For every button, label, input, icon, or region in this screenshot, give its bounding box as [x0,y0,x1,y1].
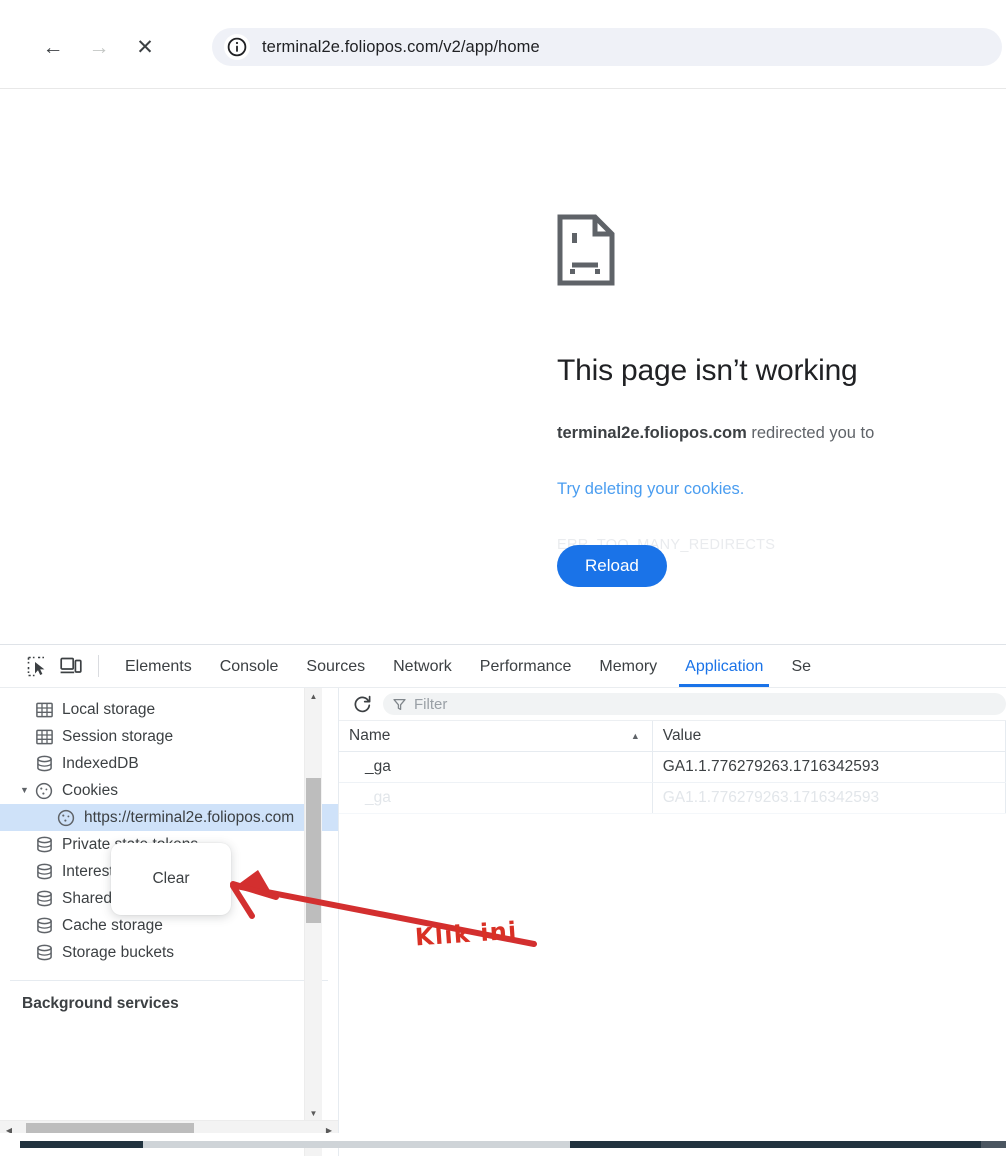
sidebar-vertical-scrollbar[interactable]: ▲ ▼ [304,688,322,1156]
error-title: This page isn’t working [557,354,858,387]
forward-icon[interactable]: → [76,32,122,62]
database-icon [34,835,54,855]
sidebar-item-cookie-origin[interactable]: https://terminal2e.foliopos.com [0,804,338,831]
reload-button[interactable]: Reload [557,544,667,587]
sidebar-section-background-services: Background services [22,995,179,1012]
toolbar-divider [98,655,99,677]
tab-elements[interactable]: Elements [111,646,206,687]
sidebar-item-storage-buckets[interactable]: Storage buckets [0,939,338,966]
tab-sources[interactable]: Sources [292,646,379,687]
column-header-label: Name [349,727,391,744]
error-page: This page isn’t working terminal2e.folio… [557,214,1006,587]
sidebar-item-cookies[interactable]: ▼ Cookies [0,777,338,804]
sidebar-item-indexeddb[interactable]: IndexedDB [0,750,338,777]
taskbar-segment [570,1141,981,1148]
back-icon[interactable]: ← [30,32,76,62]
page-viewport: This page isn’t working terminal2e.folio… [0,89,1006,644]
database-icon [34,916,54,936]
cell-cookie-name: _ga [339,751,653,783]
tab-performance[interactable]: Performance [466,646,586,687]
column-header-name[interactable]: Name ▲ [339,721,653,752]
table-row[interactable]: _ga GA1.1.776279263.1716342593 [339,751,1006,783]
sidebar-item-label: https://terminal2e.foliopos.com [84,808,295,826]
scroll-up-icon[interactable]: ▲ [305,688,322,705]
sidebar-item-session-storage[interactable]: Session storage [0,723,338,750]
tab-memory[interactable]: Memory [585,646,671,687]
cell-cookie-value: GA1.1.776279263.1716342593 [652,751,1006,783]
funnel-icon [393,698,406,711]
sidebar-item-label: Local storage [62,700,156,718]
filter-input[interactable]: Filter [383,693,1006,715]
database-icon [34,754,54,774]
database-icon [34,889,54,909]
sidebar-item-cache-storage[interactable]: Cache storage [0,912,338,939]
table-header-row: Name ▲ Value [339,721,1006,752]
column-header-value[interactable]: Value [652,721,1006,752]
filter-placeholder: Filter [414,695,448,713]
delete-cookies-link[interactable]: Try deleting your cookies. [557,480,1006,499]
info-circle-icon[interactable] [224,34,250,60]
sidebar-item-local-storage[interactable]: Local storage [0,696,338,723]
cookies-table: Name ▲ Value _ga GA1.1.776279263.1716342… [339,721,1006,814]
sort-ascending-icon[interactable]: ▲ [631,731,640,741]
tab-network[interactable]: Network [379,646,466,687]
refresh-icon[interactable] [349,691,375,717]
browser-toolbar: ← → ✕ terminal2e.foliopos.com/v2/app/hom… [0,0,1006,89]
tab-security[interactable]: Se [777,646,825,687]
table-icon [34,700,54,720]
cell-cookie-value: GA1.1.776279263.1716342593 [652,782,1006,814]
sad-document-icon [557,214,1006,291]
devtools-bottom-strip [0,1133,1006,1141]
context-menu: Clear [111,843,231,915]
sidebar-divider [10,980,328,981]
error-description-rest: redirected you to [746,424,875,442]
chevron-down-icon[interactable]: ▼ [20,786,29,795]
device-toolbar-icon[interactable] [54,649,88,683]
cookie-icon [34,781,54,801]
error-description-host: terminal2e.foliopos.com [557,424,747,442]
stop-close-icon[interactable]: ✕ [122,32,168,62]
devtools-body: Local storage Session storage IndexedDB … [0,688,1006,1156]
cookie-icon [56,808,76,828]
cookies-panel: Filter Name ▲ Value _ga GA1.1.776279263.… [339,688,1006,1156]
address-bar-url: terminal2e.foliopos.com/v2/app/home [262,37,540,56]
sidebar-item-label: Storage buckets [62,943,175,961]
column-header-label: Value [662,727,702,744]
cell-cookie-name: _ga [339,782,653,814]
database-icon [34,943,54,963]
sidebar-item-label: Session storage [62,727,174,745]
taskbar [0,1141,1006,1148]
scrollbar-thumb[interactable] [306,778,321,923]
taskbar-segment [981,1141,1006,1148]
application-sidebar: Local storage Session storage IndexedDB … [0,688,339,1156]
address-bar[interactable]: terminal2e.foliopos.com/v2/app/home [212,28,1002,66]
navigation-buttons: ← → ✕ [30,32,168,62]
sidebar-item-label: Cookies [62,781,118,799]
taskbar-segment [20,1141,143,1148]
cookies-toolbar: Filter [339,688,1006,721]
inspect-element-icon[interactable] [20,649,54,683]
table-row[interactable]: _ga GA1.1.776279263.1716342593 [339,782,1006,814]
error-description: terminal2e.foliopos.com redirected you t… [557,421,1006,446]
sidebar-item-label: Cache storage [62,916,163,934]
database-icon [34,862,54,882]
tab-console[interactable]: Console [206,646,293,687]
taskbar-segment [143,1141,570,1148]
table-icon [34,727,54,747]
tab-application[interactable]: Application [671,646,777,687]
sidebar-item-label: IndexedDB [62,754,139,772]
devtools-tab-bar: Elements Console Sources Network Perform… [0,645,1006,688]
context-menu-item-clear[interactable]: Clear [152,870,189,888]
